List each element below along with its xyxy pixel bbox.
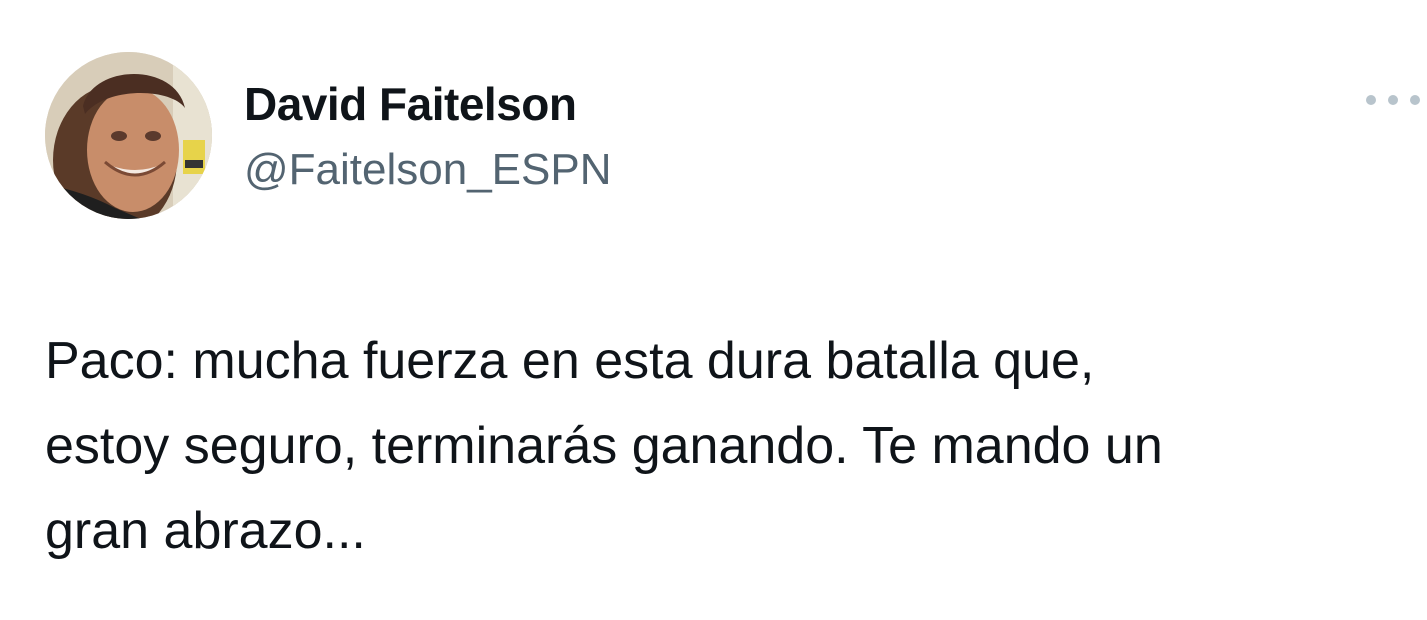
- author-handle[interactable]: @Faitelson_ESPN: [244, 142, 612, 198]
- more-dot-icon: [1388, 95, 1398, 105]
- more-dot-icon: [1366, 95, 1376, 105]
- author-avatar[interactable]: [45, 52, 212, 219]
- more-dot-icon: [1410, 95, 1420, 105]
- profile-photo-icon: [45, 52, 212, 219]
- tweet-text-line: gran abrazo...: [45, 502, 366, 560]
- tweet-text-line: estoy seguro, terminarás ganando. Te man…: [45, 417, 1163, 475]
- author-name[interactable]: David Faitelson: [244, 76, 577, 132]
- tweet-card: David Faitelson @Faitelson_ESPN Paco: mu…: [0, 0, 1427, 620]
- more-options-icon[interactable]: [1366, 88, 1420, 112]
- tweet-text-line: Paco: mucha fuerza en esta dura batalla …: [45, 332, 1095, 390]
- tweet-text: Paco: mucha fuerza en esta dura batalla …: [45, 319, 1425, 574]
